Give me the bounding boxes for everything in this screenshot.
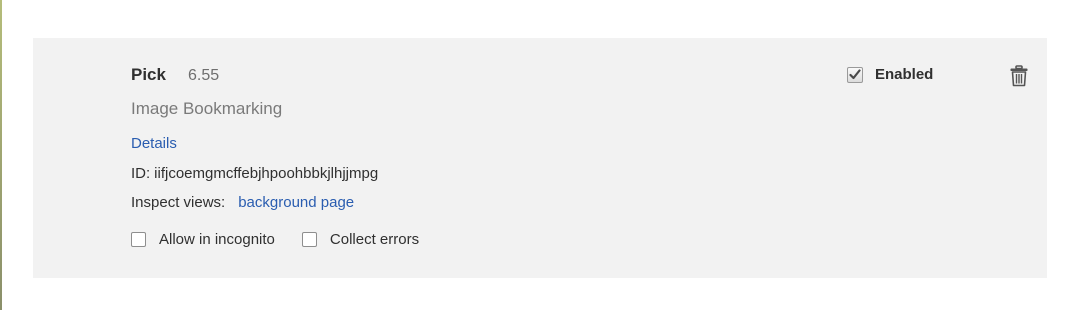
- extension-description: Image Bookmarking: [131, 99, 283, 118]
- remove-extension-button[interactable]: [1009, 65, 1029, 87]
- extension-title-row: Pick 6.55: [131, 65, 219, 85]
- trash-icon: [1010, 65, 1028, 87]
- extension-name: Pick: [131, 65, 166, 84]
- inspect-views-row: Inspect views: background page: [131, 194, 354, 211]
- inspect-views-label: Inspect views:: [131, 194, 226, 211]
- extension-id-label: ID:: [131, 165, 151, 182]
- enabled-label: Enabled: [875, 66, 934, 83]
- extension-id-row: ID: iifjcoemgmcffebjhpoohbbkjlhjjmpg: [131, 165, 378, 182]
- collect-errors-option[interactable]: Collect errors: [301, 231, 420, 248]
- extension-version: 6.55: [187, 67, 220, 84]
- checkmark-icon: [849, 69, 861, 80]
- enabled-checkbox[interactable]: [847, 66, 863, 83]
- enabled-toggle[interactable]: Enabled: [847, 66, 933, 83]
- details-link[interactable]: Details: [131, 135, 177, 152]
- extension-options: Allow in incognito Collect errors: [131, 231, 419, 248]
- allow-incognito-label: Allow in incognito: [159, 231, 275, 248]
- extension-id-value: iifjcoemgmcffebjhpoohbbkjlhjjmpg: [154, 165, 379, 182]
- collect-errors-label: Collect errors: [329, 231, 420, 248]
- extension-card: Pick 6.55 Image Bookmarking Details ID: …: [33, 38, 1047, 278]
- window-edge: [0, 0, 2, 310]
- background-page-link[interactable]: background page: [238, 194, 354, 211]
- allow-incognito-option[interactable]: Allow in incognito: [131, 231, 275, 248]
- collect-errors-checkbox[interactable]: [301, 232, 317, 247]
- allow-incognito-checkbox[interactable]: [131, 232, 146, 247]
